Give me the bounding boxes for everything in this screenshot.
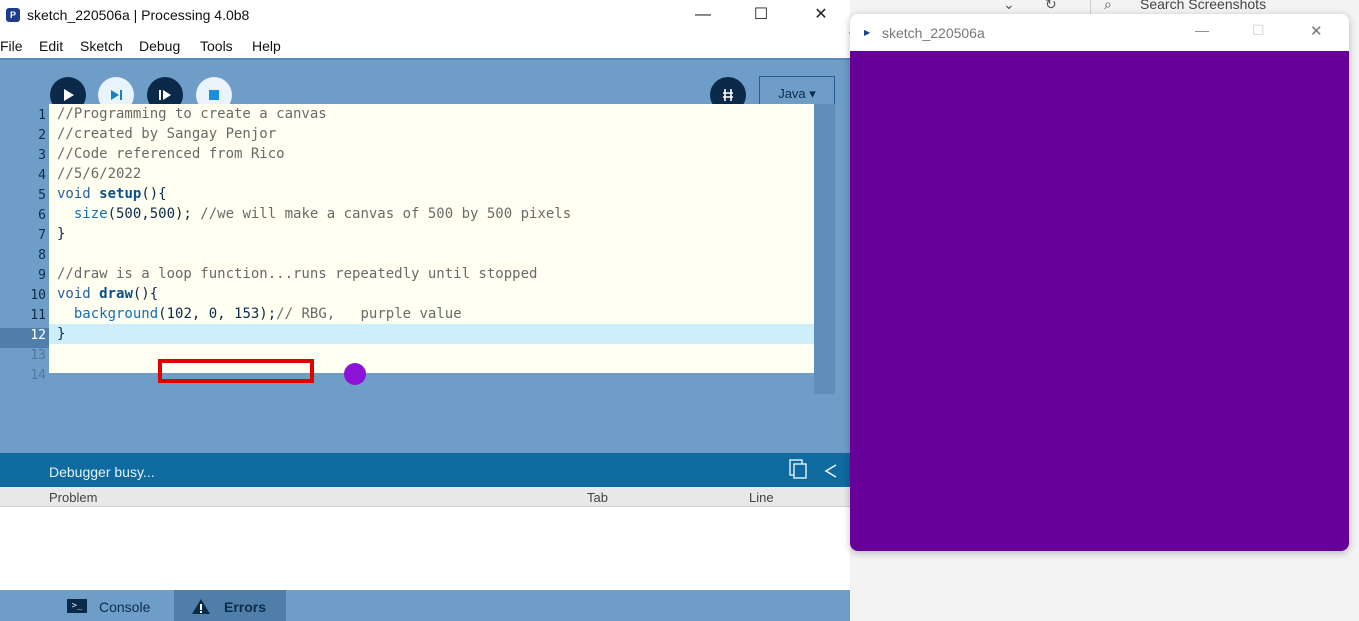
line-number: 4 bbox=[38, 168, 46, 183]
menu-help[interactable]: Help bbox=[252, 38, 281, 54]
column-header-line[interactable]: Line bbox=[749, 490, 774, 505]
editor-scrollbar[interactable] bbox=[814, 104, 835, 394]
line-number: 6 bbox=[38, 208, 46, 223]
minimize-icon[interactable]: — bbox=[688, 4, 718, 26]
minimize-icon[interactable]: — bbox=[1195, 22, 1209, 38]
terminal-icon: >_ bbox=[67, 599, 87, 613]
line-number: 2 bbox=[38, 128, 46, 143]
processing-ide-window: P sketch_220506a | Processing 4.0b8 — ☐ … bbox=[0, 0, 850, 621]
code-line: size(500,500); //we will make a canvas o… bbox=[73, 206, 572, 222]
play-icon bbox=[64, 89, 74, 101]
line-number-gutter: 1 2 3 4 5 6 7 8 9 10 11 12 13 14 bbox=[0, 104, 49, 434]
code-line: //Programming to create a canvas bbox=[57, 106, 327, 122]
menu-edit[interactable]: Edit bbox=[39, 38, 63, 54]
divider bbox=[1090, 0, 1091, 14]
refresh-icon[interactable]: ↻ bbox=[1045, 0, 1057, 13]
code-line: //Code referenced from Rico bbox=[57, 146, 285, 162]
code-line: void draw(){ bbox=[57, 286, 159, 302]
step-icon bbox=[111, 90, 122, 100]
bug-icon bbox=[723, 89, 733, 101]
search-input[interactable]: Search Screenshots bbox=[1140, 0, 1266, 12]
search-icon: ⌕ bbox=[1104, 0, 1112, 12]
sketch-canvas[interactable] bbox=[850, 51, 1349, 551]
processing-logo-icon: ▶ bbox=[864, 28, 871, 37]
maximize-icon[interactable]: ☐ bbox=[1252, 22, 1265, 39]
line-number: 3 bbox=[38, 148, 46, 163]
problems-table-header: Problem Tab Line bbox=[0, 487, 850, 507]
code-line: } bbox=[57, 226, 66, 242]
processing-logo-icon: P bbox=[6, 8, 20, 22]
status-bar: Debugger busy... bbox=[0, 453, 850, 487]
column-header-tab[interactable]: Tab bbox=[587, 490, 608, 505]
code-line: //5/6/2022 bbox=[57, 166, 142, 182]
sketch-output-window: ▶ sketch_220506a — ☐ ✕ bbox=[850, 14, 1349, 551]
line-number: 14 bbox=[30, 368, 46, 383]
menu-tools[interactable]: Tools bbox=[200, 38, 233, 54]
line-number: 10 bbox=[30, 288, 46, 303]
code-line: background(102, 0, 153);// RBG, purple v… bbox=[73, 306, 462, 322]
line-number: 13 bbox=[30, 348, 46, 363]
code-editor[interactable]: //Programming to create a canvas //creat… bbox=[49, 104, 814, 373]
annotation-highlight-box bbox=[158, 359, 314, 383]
status-message: Debugger busy... bbox=[49, 464, 155, 480]
title-bar: P sketch_220506a | Processing 4.0b8 — ☐ … bbox=[0, 0, 850, 32]
menu-file[interactable]: File bbox=[0, 38, 23, 54]
stop-icon bbox=[209, 90, 219, 100]
console-label: Console bbox=[99, 599, 151, 615]
problems-list bbox=[0, 507, 850, 590]
column-header-problem[interactable]: Problem bbox=[49, 490, 97, 505]
code-line: } bbox=[57, 326, 66, 342]
continue-icon bbox=[159, 90, 171, 100]
menu-bar: File Edit Sketch Debug Tools Help bbox=[0, 34, 850, 58]
chevron-down-icon[interactable]: ⌄ bbox=[1003, 0, 1019, 12]
code-line: //draw is a loop function...runs repeate… bbox=[57, 266, 538, 282]
menu-debug[interactable]: Debug bbox=[139, 38, 180, 54]
maximize-icon[interactable]: ☐ bbox=[746, 4, 776, 26]
line-number: 12 bbox=[30, 328, 46, 343]
copy-icon[interactable] bbox=[789, 459, 807, 479]
line-number: 9 bbox=[38, 268, 46, 283]
sketch-window-title: sketch_220506a bbox=[882, 25, 985, 41]
line-number: 7 bbox=[38, 228, 46, 243]
code-line: //created by Sangay Penjor bbox=[57, 126, 277, 142]
close-icon[interactable]: ✕ bbox=[806, 4, 836, 26]
tab-console[interactable]: >_ Console bbox=[49, 590, 174, 621]
tab-errors[interactable]: Errors bbox=[174, 590, 286, 621]
line-number: 11 bbox=[30, 308, 46, 323]
color-swatch bbox=[344, 363, 366, 385]
warning-icon bbox=[192, 599, 210, 614]
line-number: 8 bbox=[38, 248, 46, 263]
code-line: void setup(){ bbox=[57, 186, 167, 202]
window-title: sketch_220506a | Processing 4.0b8 bbox=[27, 7, 250, 23]
active-line-highlight bbox=[49, 324, 814, 344]
menu-sketch[interactable]: Sketch bbox=[80, 38, 123, 54]
errors-label: Errors bbox=[224, 599, 267, 615]
line-number: 1 bbox=[38, 108, 46, 123]
bottom-tab-bar: >_ Console Errors bbox=[0, 590, 850, 621]
close-icon[interactable]: ✕ bbox=[1310, 22, 1323, 40]
line-number: 5 bbox=[38, 188, 46, 203]
collapse-left-icon[interactable] bbox=[824, 464, 838, 478]
